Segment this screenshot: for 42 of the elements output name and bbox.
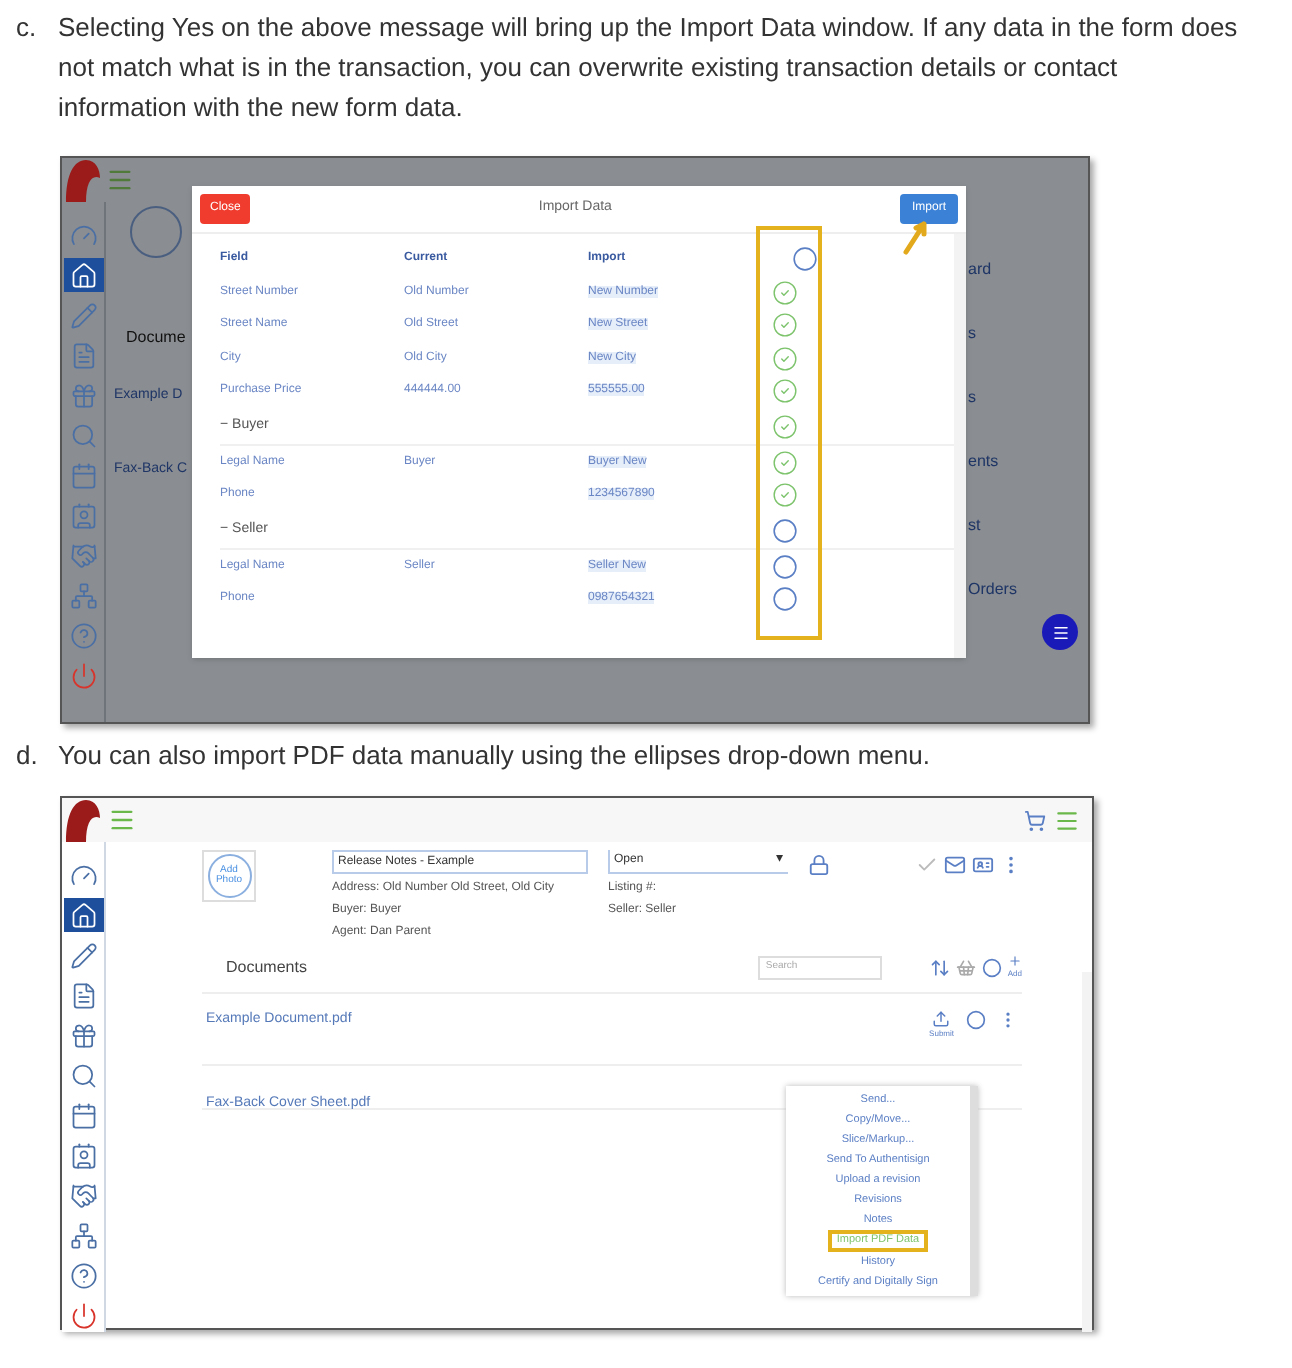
empty-circle-icon[interactable]: [772, 586, 798, 613]
circle-icon[interactable]: [966, 1010, 986, 1030]
logo-icon: [62, 158, 102, 202]
nav-item[interactable]: s: [968, 386, 1088, 410]
list-marker: d.: [14, 738, 40, 774]
pointer-arrow: [902, 216, 930, 256]
checked-circle-icon[interactable]: [772, 449, 798, 476]
menu-icon[interactable]: [108, 806, 136, 834]
photo-placeholder: [130, 206, 182, 258]
contact-card-icon[interactable]: [972, 854, 994, 876]
nav-item[interactable]: st: [968, 514, 1088, 538]
checked-circle-icon[interactable]: [772, 413, 798, 439]
mail-icon[interactable]: [944, 854, 966, 876]
sort-icon[interactable]: [929, 957, 950, 977]
logo-icon: [62, 798, 102, 842]
home-icon[interactable]: [63, 258, 103, 292]
checked-circle-icon[interactable]: [772, 279, 798, 306]
cart-icon[interactable]: [1024, 809, 1046, 831]
instruction-text: Selecting Yes on the above message will bring up the Import Data window. If any data in the form does not match what is in the transaction, you can overwrite existing transaction details or contact information with the new form data.: [58, 10, 1238, 126]
nav-item[interactable]: ard: [968, 258, 1088, 282]
home-icon[interactable]: [63, 898, 103, 932]
instruction-text: You can also import PDF data manually using the ellipses drop-down menu.: [58, 738, 932, 774]
empty-circle-icon[interactable]: [772, 553, 798, 580]
documents-heading: Documents: [226, 955, 307, 979]
menu-icon: [1051, 623, 1069, 641]
empty-circle-icon[interactable]: [772, 517, 798, 543]
checked-circle-icon[interactable]: [772, 482, 798, 509]
lock-icon[interactable]: [808, 854, 830, 876]
list-marker: c.: [14, 10, 39, 46]
nav-item[interactable]: Orders: [968, 578, 1088, 602]
checked-circle-icon[interactable]: [772, 378, 798, 405]
circle-icon[interactable]: [981, 957, 1002, 977]
empty-circle-icon[interactable]: [792, 246, 818, 272]
documents-heading: Docume: [126, 326, 188, 350]
check-icon[interactable]: [916, 854, 938, 876]
nav-item[interactable]: ents: [968, 450, 1088, 474]
basket-icon[interactable]: [955, 957, 976, 977]
menu-icon[interactable]: [1054, 807, 1080, 833]
checked-circle-icon[interactable]: [772, 345, 798, 372]
checked-circle-icon[interactable]: [772, 312, 798, 339]
nav-item[interactable]: s: [968, 322, 1088, 346]
fab-button[interactable]: [1042, 614, 1078, 650]
